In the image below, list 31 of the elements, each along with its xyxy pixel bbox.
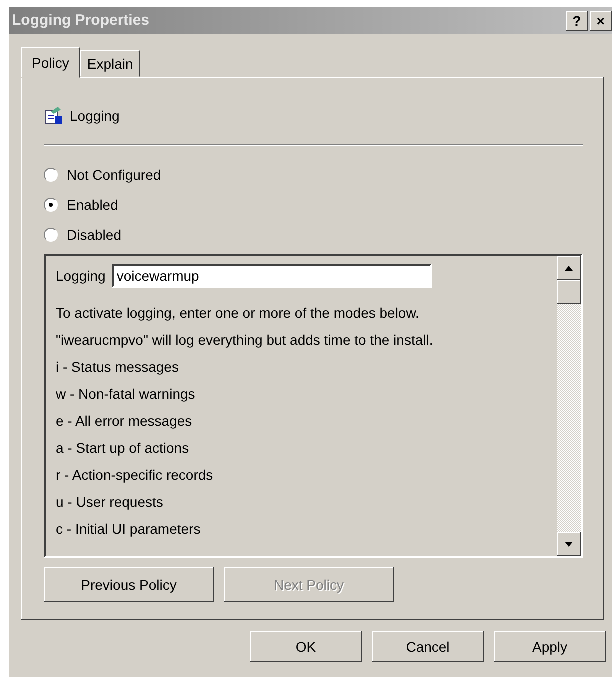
input-field[interactable]: voicewarmup xyxy=(112,264,432,288)
scrollbar[interactable] xyxy=(557,256,581,556)
scroll-up-button[interactable] xyxy=(557,256,581,280)
close-button[interactable]: × xyxy=(590,10,612,30)
radio-option[interactable]: Disabled xyxy=(44,220,583,250)
help-text: w - Non-fatal warnings xyxy=(56,385,196,404)
help-text: i - Status messages xyxy=(56,358,180,377)
policy-name: Logging xyxy=(70,108,120,124)
scroll-thumb[interactable] xyxy=(557,280,581,304)
dialog-button[interactable]: OK xyxy=(250,631,362,662)
help-text: u - User requests xyxy=(56,493,164,512)
dialog-button[interactable]: Cancel xyxy=(372,631,484,662)
previous-button[interactable]: Previous Policy xyxy=(44,567,214,602)
help-button[interactable]: ? xyxy=(566,10,588,30)
scroll-down-button[interactable] xyxy=(557,532,581,556)
up-arrow-icon xyxy=(565,266,573,270)
window-title: Logging Properties xyxy=(12,12,150,29)
help-text: c - Initial UI parameters xyxy=(56,520,202,539)
help-text: "iwearucmpvo" will log everything but adds time to the install. xyxy=(56,331,434,350)
help-text: e - All error messages xyxy=(56,412,194,431)
help-text: To activate logging, enter one or more of the modes below. xyxy=(56,304,420,323)
field-label: Logging xyxy=(56,268,106,284)
down-arrow-icon xyxy=(565,542,573,546)
dialog-button[interactable]: Apply xyxy=(494,631,606,662)
help-text: r - Action-specific records xyxy=(56,466,214,485)
tab[interactable]: Policy xyxy=(21,47,80,78)
help-text: a - Start up of actions xyxy=(56,439,190,458)
radio-option[interactable]: Not Configured xyxy=(44,160,583,190)
tab[interactable]: Explain xyxy=(80,50,140,77)
radio-option[interactable]: Enabled xyxy=(44,190,583,220)
policy-icon xyxy=(44,106,64,126)
